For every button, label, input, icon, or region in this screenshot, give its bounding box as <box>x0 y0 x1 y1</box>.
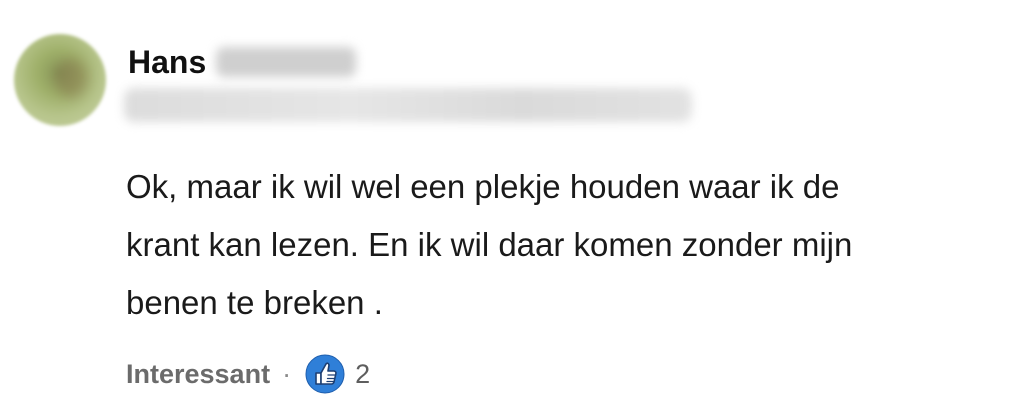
comment-line: krant kan lezen. En ik wil daar komen zo… <box>126 226 853 263</box>
react-interesting-button[interactable]: Interessant <box>126 359 270 390</box>
comment-line: benen te breken . <box>126 284 383 321</box>
comment-card: Hans Ok, maar ik wil wel een plekje houd… <box>0 0 1032 416</box>
separator-dot: · <box>282 358 292 389</box>
comment-body: Ok, maar ik wil wel een plekje houden wa… <box>126 158 1006 332</box>
author-line: Hans <box>128 42 357 82</box>
comment-footer: Interessant · 2 <box>126 354 370 394</box>
comment-line: Ok, maar ik wil wel een plekje houden wa… <box>126 168 840 205</box>
avatar-photo <box>54 58 88 98</box>
reaction-count[interactable]: 2 <box>355 359 370 390</box>
redacted-author-headline <box>124 88 692 122</box>
redacted-last-name <box>216 47 357 77</box>
avatar[interactable] <box>14 34 106 126</box>
author-first-name[interactable]: Hans <box>128 42 206 82</box>
thumbs-up-icon[interactable] <box>305 354 345 394</box>
